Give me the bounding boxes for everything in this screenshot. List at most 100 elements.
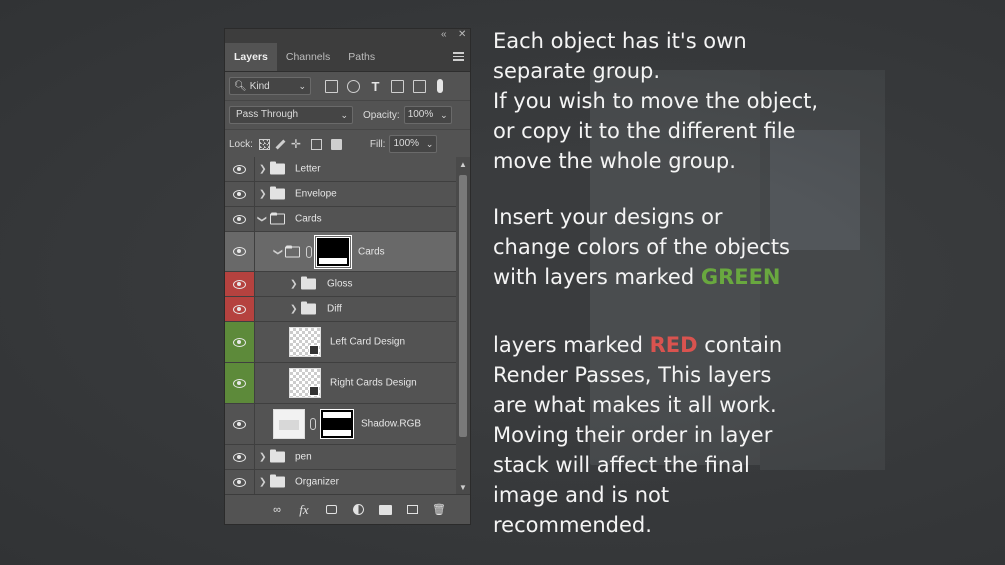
layer-row-letter[interactable]: ❯ Letter (225, 157, 456, 182)
tab-layers[interactable]: Layers (225, 43, 277, 71)
collapse-icon[interactable]: « (441, 29, 447, 40)
eye-icon (233, 189, 246, 199)
shape-filter-icon[interactable] (391, 79, 404, 93)
visibility-toggle-red[interactable] (225, 297, 255, 321)
link-icon[interactable] (310, 418, 316, 430)
green-keyword: GREEN (700, 265, 781, 289)
eye-icon (233, 247, 246, 256)
folder-icon (301, 301, 316, 315)
note-text: layers marked (493, 333, 650, 357)
layer-name: pen (295, 451, 312, 463)
note-line-green: with layers marked GREEN (493, 262, 993, 292)
fx-icon[interactable]: fx (297, 502, 311, 517)
chevron-down-icon[interactable]: ❯ (256, 215, 267, 223)
type-filter-icon[interactable]: T (369, 80, 382, 93)
note-line: If you wish to move the object, (493, 89, 819, 113)
eye-icon (233, 164, 246, 174)
chevron-right-icon[interactable]: ❯ (259, 164, 267, 175)
adjustment-filter-icon[interactable] (347, 79, 360, 93)
new-group-icon[interactable] (378, 504, 392, 516)
folder-icon (270, 449, 285, 463)
blend-mode-select[interactable]: Pass Through ⌄ (229, 106, 353, 124)
scroll-down-icon[interactable]: ▼ (459, 483, 467, 492)
visibility-toggle-green[interactable] (225, 322, 255, 362)
panel-titlebar: « ✕ (225, 29, 470, 43)
eye-icon (233, 279, 246, 289)
layers-scrollbar[interactable]: ▲ ▼ (456, 157, 470, 495)
scroll-up-icon[interactable]: ▲ (459, 160, 467, 169)
layer-mask-thumbnail[interactable] (314, 234, 352, 269)
layer-row-right-cards-design[interactable]: Right Cards Design (225, 363, 456, 404)
opacity-input[interactable]: 100% ⌄ (403, 106, 452, 124)
lock-transparency-icon[interactable] (258, 138, 270, 150)
trash-icon[interactable]: 🗑︎ (432, 504, 446, 516)
add-mask-icon[interactable] (324, 504, 338, 516)
link-icon[interactable] (306, 245, 312, 258)
lock-position-icon[interactable]: ✛ (291, 138, 302, 150)
layer-row-diff[interactable]: ❯ Diff (225, 297, 456, 322)
chevron-down-icon[interactable]: ❯ (272, 248, 283, 256)
visibility-toggle[interactable] (225, 232, 255, 271)
chevron-down-icon: ⌄ (440, 110, 448, 120)
scrollbar-thumb[interactable] (459, 175, 467, 437)
visibility-toggle[interactable] (225, 404, 255, 444)
eye-icon (233, 304, 246, 314)
layer-row-cards-selected[interactable]: ❯ Cards (225, 232, 456, 272)
adjustment-layer-icon[interactable] (351, 504, 365, 516)
visibility-toggle[interactable] (225, 445, 255, 469)
layer-row-gloss[interactable]: ❯ Gloss (225, 272, 456, 297)
panel-footer: ∞ fx 🗑︎ (225, 494, 470, 524)
layer-mask-thumbnail[interactable] (320, 409, 354, 439)
smart-object-thumbnail[interactable] (289, 327, 321, 357)
visibility-toggle[interactable] (225, 207, 255, 231)
note-line: Render Passes, This layers (493, 363, 772, 387)
visibility-toggle-green[interactable] (225, 363, 255, 403)
note-line: recommended. (493, 513, 652, 537)
chevron-right-icon[interactable]: ❯ (259, 189, 267, 200)
layer-name: Letter (295, 163, 321, 175)
pixel-filter-icon[interactable] (325, 79, 338, 93)
instructions-text: Each object has it's own separate group.… (493, 26, 993, 540)
layer-name: Left Card Design (330, 336, 406, 348)
smart-object-thumbnail[interactable] (289, 368, 321, 398)
tab-paths[interactable]: Paths (339, 43, 384, 71)
visibility-toggle[interactable] (225, 470, 255, 494)
fill-input[interactable]: 100% ⌄ (389, 135, 438, 153)
visibility-toggle[interactable] (225, 182, 255, 206)
layer-row-envelope[interactable]: ❯ Envelope (225, 182, 456, 207)
note-text: with layers marked (493, 265, 701, 289)
layer-row-organizer[interactable]: ❯ Organizer (225, 470, 456, 495)
note-line-red: layers marked RED contain (493, 330, 993, 360)
visibility-toggle-red[interactable] (225, 272, 255, 296)
visibility-toggle[interactable] (225, 157, 255, 181)
chevron-right-icon[interactable]: ❯ (290, 304, 298, 315)
layer-row-pen[interactable]: ❯ pen (225, 445, 456, 470)
red-keyword: RED (649, 333, 698, 357)
new-layer-icon[interactable] (405, 504, 419, 516)
chevron-right-icon[interactable]: ❯ (290, 279, 298, 290)
smart-object-filter-icon[interactable] (413, 79, 426, 93)
layer-row-cards-group[interactable]: ❯ Cards (225, 207, 456, 232)
panel-menu-icon[interactable] (453, 52, 464, 63)
note-line: image and is not (493, 483, 670, 507)
close-icon[interactable]: ✕ (458, 29, 466, 40)
layer-row-shadow-rgb[interactable]: Shadow.RGB (225, 404, 456, 445)
layer-row-left-card-design[interactable]: Left Card Design (225, 322, 456, 363)
chevron-right-icon[interactable]: ❯ (259, 452, 267, 463)
layer-thumbnail[interactable] (273, 409, 305, 439)
lock-all-icon[interactable] (330, 138, 342, 150)
folder-icon (270, 474, 285, 488)
folder-open-icon (270, 212, 285, 225)
blend-row: Pass Through ⌄ Opacity: 100% ⌄ (225, 101, 470, 130)
tab-channels[interactable]: Channels (277, 43, 339, 71)
kind-filter-select[interactable]: 🔍︎ Kind ⌄ (229, 77, 311, 95)
chevron-right-icon[interactable]: ❯ (259, 477, 267, 488)
kind-filter-label: Kind (249, 80, 270, 92)
smart-object-badge-icon (309, 345, 319, 355)
lock-artboard-icon[interactable] (310, 138, 322, 150)
layer-name: Diff (327, 303, 342, 315)
eye-icon (233, 419, 246, 429)
link-layers-icon[interactable]: ∞ (270, 504, 284, 516)
filter-toggle-icon[interactable] (437, 79, 443, 93)
lock-brush-icon[interactable] (275, 139, 286, 149)
